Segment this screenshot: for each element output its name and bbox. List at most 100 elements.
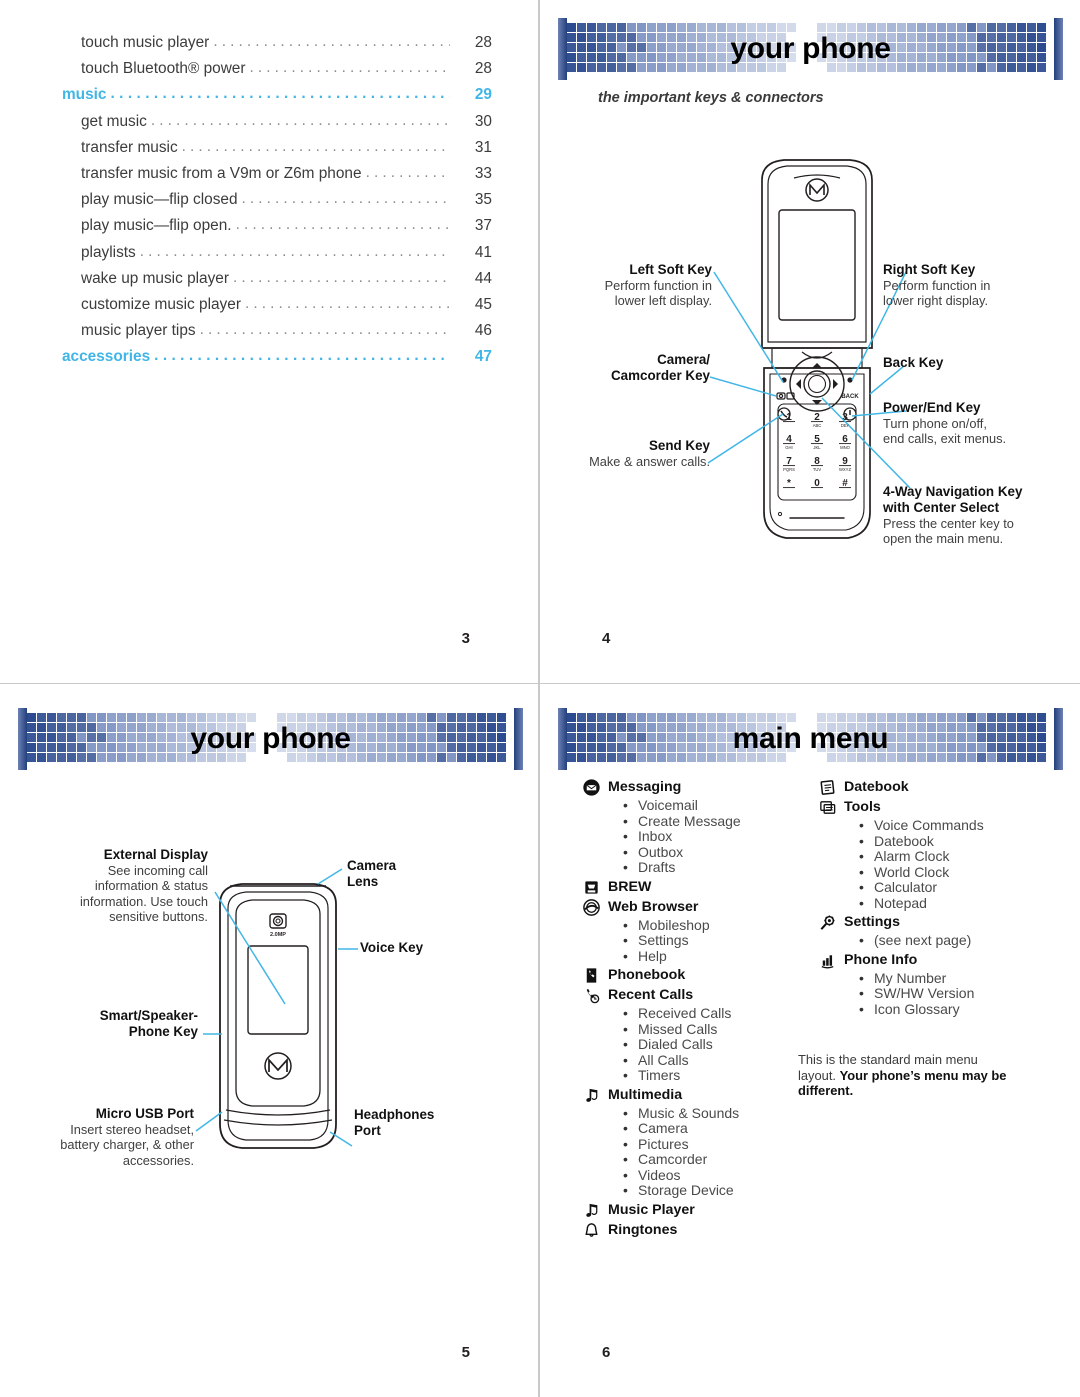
callout-desc: Make & answer calls. (589, 454, 710, 469)
main-menu-item[interactable]: Settings (see next page) (818, 914, 1053, 949)
banner-pattern-square (667, 743, 676, 752)
callout-desc: Turn phone on/off, end calls, exit menus… (883, 416, 1007, 447)
main-menu-subitem[interactable]: Icon Glossary (859, 1001, 1053, 1018)
main-menu-subitem[interactable]: Create Message (623, 813, 812, 830)
banner-pattern-square (1007, 733, 1016, 742)
main-menu-item[interactable]: Tools Voice CommandsDatebookAlarm ClockWo… (818, 799, 1053, 911)
toc-entry-page-number: 47 (474, 348, 492, 366)
banner-pattern-square (927, 733, 936, 742)
banner-pattern-square (907, 753, 916, 762)
toc-entry-row[interactable]: get music...............................… (62, 109, 492, 135)
main-menu-subitem[interactable]: Dialed Calls (623, 1036, 812, 1053)
main-menu-sublist: Music & SoundsCameraPicturesCamcorderVid… (582, 1105, 812, 1199)
main-menu-item-label: Messaging (608, 779, 682, 795)
toc-entry-row[interactable]: transfer music..........................… (62, 135, 492, 161)
callout-camera-lens: Camera Lens (347, 858, 497, 890)
main-menu-subitem[interactable]: Storage Device (623, 1182, 812, 1199)
main-menu-item[interactable]: BREW (582, 879, 812, 897)
toc-entry-page-number: 28 (474, 34, 492, 51)
banner-pattern-square (917, 713, 926, 722)
toc-section-row[interactable]: accessories.............................… (62, 344, 492, 370)
main-menu-subitem[interactable]: Timers (623, 1067, 812, 1084)
banner-pattern-square (997, 723, 1006, 732)
main-menu-subitem[interactable]: Camcorder (623, 1151, 812, 1168)
banner-pattern-square (677, 723, 686, 732)
table-of-contents: touch music player......................… (62, 30, 492, 371)
toc-entry-row[interactable]: transfer music from a V9m or Z6m phone..… (62, 161, 492, 187)
main-menu-subitem[interactable]: Help (623, 948, 812, 965)
banner-pattern-square (627, 713, 636, 722)
main-menu-subitem[interactable]: Notepad (859, 895, 1053, 912)
main-menu-subitem[interactable]: Camera (623, 1120, 812, 1137)
toc-entry-row[interactable]: touch Bluetooth® power..................… (62, 56, 492, 82)
main-menu-item[interactable]: Phonebook (582, 967, 812, 985)
main-menu-item-label: Multimedia (608, 1086, 683, 1103)
page-number-6: 6 (602, 1344, 611, 1361)
main-menu-subitem[interactable]: Music & Sounds (623, 1105, 812, 1122)
main-menu-subitem[interactable]: Settings (623, 932, 812, 949)
callout-back-key: Back Key (883, 355, 1063, 371)
toc-entry-row[interactable]: wake up music player....................… (62, 266, 492, 292)
banner-pattern-square (617, 713, 626, 722)
main-menu-subitem[interactable]: Calculator (859, 879, 1053, 896)
callout-title: 4-Way Navigation Key with Center Select (883, 484, 1023, 515)
toc-section-row[interactable]: music...................................… (62, 82, 492, 108)
main-menu-subitem[interactable]: Datebook (859, 833, 1053, 850)
main-menu-subitem[interactable]: Drafts (623, 859, 812, 876)
banner-pattern-square (887, 713, 896, 722)
callout-title: Power/End Key (883, 400, 981, 415)
main-menu-subitem[interactable]: SW/HW Version (859, 985, 1053, 1002)
toc-dot-leader: ........................................… (154, 347, 450, 365)
main-menu-subitem[interactable]: Outbox (623, 844, 812, 861)
toc-entry-page-number: 33 (474, 165, 492, 183)
callout-title: Left Soft Key (629, 262, 712, 277)
main-menu-subitem[interactable]: (see next page) (859, 932, 1053, 949)
banner-pattern-square (607, 733, 616, 742)
toc-entry-row[interactable]: play music—flip closed..................… (62, 187, 492, 213)
main-menu-subitem[interactable]: Videos (623, 1167, 812, 1184)
main-menu-subitem[interactable]: Inbox (623, 828, 812, 845)
banner-pattern-square (707, 743, 716, 752)
toc-entry-page-number: 41 (474, 243, 492, 261)
banner-pattern-square (927, 743, 936, 752)
main-menu-item[interactable]: Messaging VoicemailCreate MessageInboxOut… (582, 779, 812, 876)
main-menu-subitem[interactable]: Pictures (623, 1136, 812, 1153)
main-menu-subitem[interactable]: Missed Calls (623, 1021, 812, 1038)
main-menu-subitem[interactable]: Alarm Clock (859, 848, 1053, 865)
main-menu-item[interactable]: Music Player (582, 1202, 812, 1220)
main-menu-item[interactable]: Datebook (818, 779, 1053, 797)
toc-entry-row[interactable]: customize music player..................… (62, 292, 492, 318)
main-menu-item[interactable]: Phone Info My NumberSW/HW VersionIcon Glo… (818, 952, 1053, 1018)
callout-title: Back Key (883, 355, 944, 370)
banner-pattern-square (1017, 713, 1026, 722)
banner-pattern-square (887, 723, 896, 732)
main-menu-item[interactable]: Web Browser MobileshopSettingsHelp (582, 899, 812, 965)
callout-micro-usb-port: Micro USB Port Insert stereo headset, ba… (6, 1106, 194, 1168)
toc-entry-row[interactable]: music player tips.......................… (62, 318, 492, 344)
toc-entry-label: touch music player (81, 34, 210, 51)
banner-pattern-square (827, 713, 836, 722)
page-number-4: 4 (602, 630, 611, 647)
main-menu-subitem[interactable]: Mobileshop (623, 917, 812, 934)
toc-entry-row[interactable]: playlists...............................… (62, 240, 492, 266)
toc-entry-row[interactable]: touch music player......................… (62, 30, 492, 56)
callout-send-key: Send Key Make & answer calls. (550, 438, 710, 469)
main-menu-subitem[interactable]: All Calls (623, 1052, 812, 1069)
banner-pattern-square (687, 723, 696, 732)
banner-pattern-square (907, 723, 916, 732)
main-menu-item[interactable]: Multimedia Music & SoundsCameraPicturesCa… (582, 1087, 812, 1199)
main-menu-subitem[interactable]: My Number (859, 970, 1053, 987)
main-menu-subitem[interactable]: World Clock (859, 864, 1053, 881)
banner-pattern-square (757, 713, 766, 722)
banner-pattern-square (1037, 733, 1046, 742)
toc-entry-page-number: 29 (474, 86, 492, 104)
banner-pattern-square (817, 713, 826, 722)
main-menu-item[interactable]: Ringtones (582, 1222, 812, 1240)
main-menu-subitem[interactable]: Voice Commands (859, 817, 1053, 834)
main-menu-item[interactable]: Recent Calls Received CallsMissed CallsDi… (582, 987, 812, 1084)
main-menu-subitem[interactable]: Voicemail (623, 797, 812, 814)
banner-pattern-square (587, 753, 596, 762)
toc-entry-row[interactable]: play music—flip open....................… (62, 213, 492, 239)
main-menu-subitem[interactable]: Received Calls (623, 1005, 812, 1022)
callout-power-end-key: Power/End Key Turn phone on/off, end cal… (883, 400, 1063, 447)
